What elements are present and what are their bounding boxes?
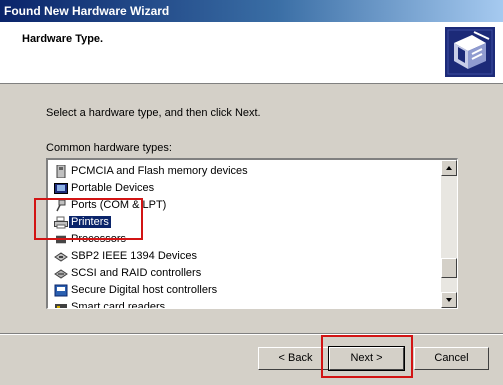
list-item-label: SBP2 IEEE 1394 Devices bbox=[71, 250, 197, 262]
list-item-label: SCSI and RAID controllers bbox=[71, 267, 202, 279]
list-item-sbp2[interactable]: SBP2 IEEE 1394 Devices bbox=[48, 248, 442, 265]
printers-highlight-box bbox=[34, 198, 143, 240]
instruction-text: Select a hardware type, and then click N… bbox=[46, 107, 261, 119]
scroll-down-button[interactable] bbox=[441, 292, 457, 308]
list-item-smart-card[interactable]: Smart card readers bbox=[48, 299, 442, 309]
wizard-header: Hardware Type. bbox=[0, 22, 503, 84]
list-item-scsi[interactable]: SCSI and RAID controllers bbox=[48, 265, 442, 282]
arrow-down-icon bbox=[446, 298, 452, 302]
list-scrollbar[interactable] bbox=[441, 160, 457, 308]
smart-card-icon bbox=[55, 304, 67, 308]
scroll-thumb[interactable] bbox=[441, 258, 457, 278]
list-item-pcmcia[interactable]: PCMCIA and Flash memory devices bbox=[48, 163, 442, 180]
scsi-icon bbox=[54, 269, 68, 279]
window-title: Found New Hardware Wizard bbox=[4, 4, 170, 18]
list-item-label: Secure Digital host controllers bbox=[71, 284, 218, 296]
list-item-portable-devices[interactable]: Portable Devices bbox=[48, 180, 442, 197]
next-highlight-box bbox=[321, 335, 413, 378]
sd-host-icon bbox=[54, 284, 68, 297]
arrow-up-icon bbox=[446, 166, 452, 170]
list-label: Common hardware types: bbox=[46, 142, 172, 154]
list-item-label: Smart card readers bbox=[71, 301, 166, 309]
hardware-wizard-icon bbox=[445, 27, 495, 77]
portable-device-icon bbox=[54, 183, 68, 194]
header-title: Hardware Type. bbox=[22, 33, 104, 45]
cancel-button[interactable]: Cancel bbox=[414, 347, 489, 370]
title-bar: Found New Hardware Wizard bbox=[0, 0, 503, 22]
scroll-up-button[interactable] bbox=[441, 160, 457, 176]
pcmcia-icon bbox=[56, 165, 66, 178]
list-item-label: Portable Devices bbox=[71, 182, 155, 194]
list-item-label: PCMCIA and Flash memory devices bbox=[71, 165, 248, 177]
ieee1394-icon bbox=[54, 252, 68, 262]
list-item-sd-host[interactable]: Secure Digital host controllers bbox=[48, 282, 442, 299]
button-separator bbox=[0, 333, 503, 335]
